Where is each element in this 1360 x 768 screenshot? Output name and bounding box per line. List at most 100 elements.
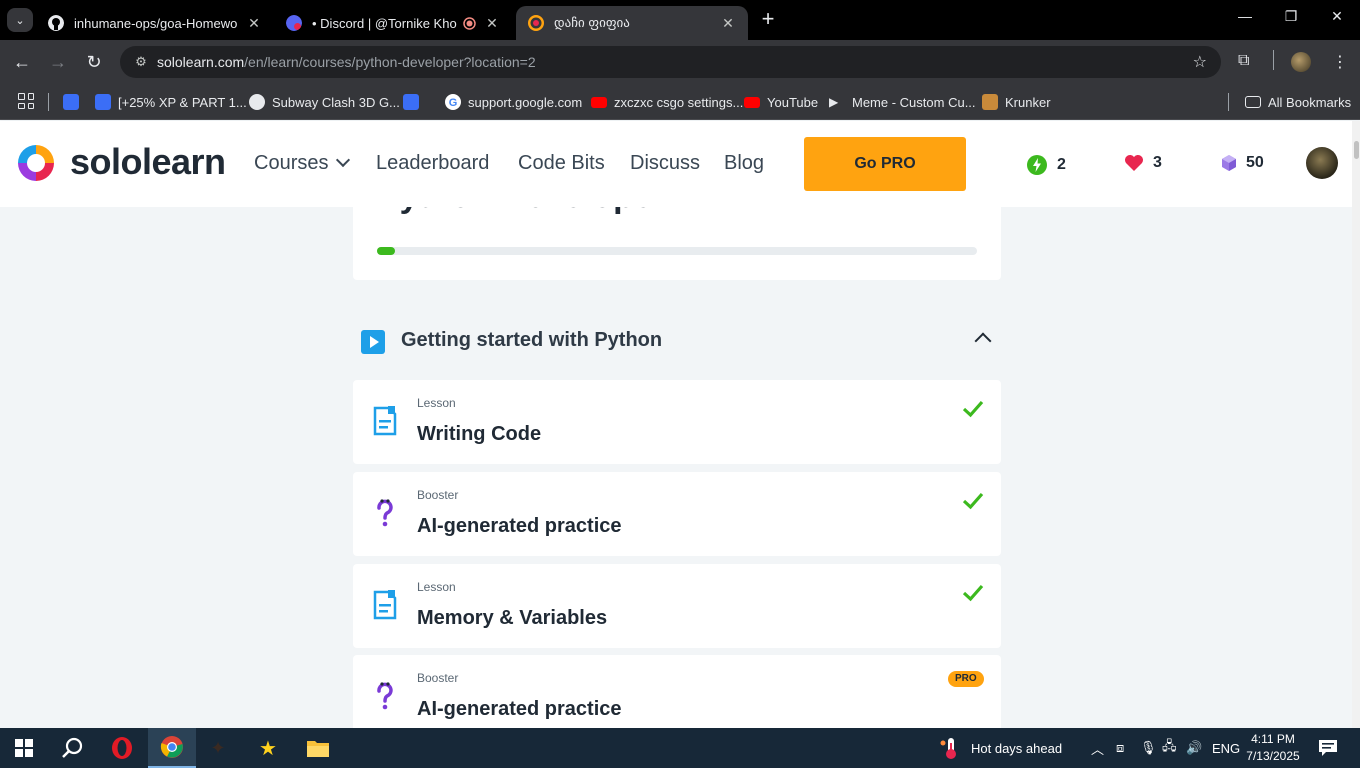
github-icon <box>48 15 64 31</box>
user-avatar[interactable] <box>1306 147 1338 179</box>
bookmark-item[interactable]: Krunker <box>982 92 1051 112</box>
brand-name[interactable]: sololearn <box>70 141 226 183</box>
nav-leaderboard[interactable]: Leaderboard <box>376 152 489 175</box>
file-explorer-app[interactable] <box>296 728 340 768</box>
search-icon <box>62 737 83 758</box>
tab-discord[interactable]: • Discord | @Tornike Khozre ✕ <box>274 6 512 40</box>
nav-discuss[interactable]: Discuss <box>630 152 700 175</box>
gems-counter[interactable]: 50 <box>1221 154 1264 172</box>
hearts-counter[interactable]: 3 <box>1124 154 1162 172</box>
module-header[interactable]: Getting started with Python <box>353 323 1001 363</box>
address-bar[interactable]: ⚙ sololearn.com/en/learn/courses/python-… <box>120 46 1221 78</box>
bookmark-item[interactable]: G support.google.com <box>445 92 582 112</box>
all-bookmarks-button[interactable]: All Bookmarks <box>1245 92 1351 112</box>
language-indicator[interactable]: ENG <box>1212 728 1240 768</box>
show-hidden-icons-button[interactable]: ︿ <box>1091 728 1104 768</box>
bookmark-label: All Bookmarks <box>1268 94 1352 110</box>
profile-avatar[interactable] <box>1291 52 1311 72</box>
lesson-item[interactable]: Lesson Writing Code <box>353 380 1001 464</box>
tab-sololearn[interactable]: დაჩი ფიფია ✕ <box>516 6 748 40</box>
youtube-icon <box>591 96 607 108</box>
new-tab-button[interactable]: + <box>757 8 779 32</box>
bookmark-item[interactable]: [+25% XP & PART 1... <box>95 92 247 112</box>
volume-icon[interactable]: 🔊 <box>1186 728 1202 768</box>
bookmark-item[interactable] <box>63 92 86 112</box>
tab-title: • Discord | @Tornike Khozre <box>312 15 457 31</box>
search-button[interactable] <box>48 728 96 768</box>
taskbar-app[interactable]: ✦ <box>198 728 238 768</box>
nav-code-bits[interactable]: Code Bits <box>518 152 605 175</box>
forward-button[interactable]: → <box>46 50 70 74</box>
course-header-card: Python Developer <box>353 207 1001 280</box>
thermometer-icon <box>940 738 956 759</box>
svg-text:G: G <box>449 97 458 109</box>
weather-text: Hot days ahead <box>971 740 1063 756</box>
chevron-up-icon[interactable] <box>974 332 992 350</box>
notifications-icon[interactable] <box>1318 728 1338 768</box>
lesson-item[interactable]: Booster AI-generated practice <box>353 472 1001 556</box>
extensions-icon[interactable]: ⧉ <box>1238 52 1249 70</box>
bookmark-item[interactable]: ▶ Meme - Custom Cu... <box>829 92 976 112</box>
lesson-type: Lesson <box>417 580 456 594</box>
close-window-button[interactable]: ✕ <box>1314 8 1360 32</box>
tab-github[interactable]: inhumane-ops/goa-Homework ✕ <box>36 6 274 40</box>
go-pro-button[interactable]: Go PRO <box>804 137 966 191</box>
menu-icon[interactable]: ⋮ <box>1332 52 1348 72</box>
microphone-icon[interactable]: 🎙 <box>1140 728 1157 768</box>
back-button[interactable]: ← <box>10 50 34 74</box>
check-icon <box>962 492 984 510</box>
tab-search-button[interactable]: ⌄ <box>7 8 33 32</box>
lightning-icon <box>1027 155 1047 175</box>
apps-icon[interactable] <box>18 93 34 109</box>
start-button[interactable] <box>0 728 48 768</box>
sololearn-logo-icon[interactable] <box>15 142 57 184</box>
close-tab-icon[interactable]: ✕ <box>246 15 262 32</box>
bookmark-item[interactable]: Subway Clash 3D G... <box>249 92 400 112</box>
document-icon <box>373 406 397 436</box>
google-icon: G <box>445 94 461 110</box>
opera-icon <box>112 737 132 759</box>
network-icon[interactable]: 🖧 <box>1162 728 1177 768</box>
system-clock[interactable]: 4:11 PM 7/13/2025 <box>1240 731 1306 765</box>
weather-widget[interactable]: Hot days ahead <box>940 728 1062 768</box>
youtube-icon <box>744 96 760 108</box>
site-info-icon[interactable]: ⚙ <box>130 54 152 70</box>
lesson-name: Writing Code <box>417 423 542 445</box>
bookmark-star-icon[interactable]: ☆ <box>1193 52 1207 72</box>
lesson-type: Booster <box>417 488 459 502</box>
chrome-app[interactable] <box>148 728 196 768</box>
close-tab-icon[interactable]: ✕ <box>720 15 736 32</box>
bookmark-label: Krunker <box>1005 94 1051 110</box>
bookmark-label: YouTube <box>767 94 819 110</box>
meet-now-icon[interactable]: ⧈ <box>1116 728 1124 768</box>
bookmark-label: zxczxc csgo settings... <box>614 94 744 110</box>
bookmark-item[interactable]: zxczxc csgo settings... <box>591 92 743 112</box>
lesson-item[interactable]: Booster AI-generated practice PRO <box>353 655 1001 728</box>
clock-time: 4:11 PM <box>1251 732 1295 746</box>
streak-counter[interactable]: 2 <box>1026 154 1066 176</box>
clock-date: 7/13/2025 <box>1246 749 1300 763</box>
scrollbar-thumb[interactable] <box>1354 141 1359 159</box>
page-scrollbar[interactable] <box>1352 121 1360 728</box>
close-tab-icon[interactable]: ✕ <box>484 15 500 32</box>
lesson-item[interactable]: Lesson Memory & Variables <box>353 564 1001 648</box>
bookmark-divider <box>1228 93 1229 111</box>
minimize-button[interactable]: — <box>1222 8 1268 32</box>
star-icon: ★ <box>259 737 277 760</box>
bookmark-label: Subway Clash 3D G... <box>272 94 400 110</box>
bookmark-item[interactable]: YouTube <box>744 92 818 112</box>
hearts-count: 3 <box>1153 154 1162 171</box>
bookmark-item[interactable] <box>403 92 426 112</box>
chrome-icon <box>160 736 183 758</box>
sololearn-icon <box>528 15 544 31</box>
nav-blog[interactable]: Blog <box>724 152 764 175</box>
folder-icon <box>307 741 329 757</box>
reload-button[interactable]: ↻ <box>82 50 106 74</box>
restore-button[interactable]: ❐ <box>1268 8 1314 32</box>
nav-courses[interactable]: Courses <box>254 152 351 175</box>
recording-icon <box>463 16 476 30</box>
discord-icon <box>286 15 302 31</box>
windows-taskbar: ✦ ★ Hot days ahead ︿ ⧈ 🎙 🖧 🔊 ENG 4:11 PM… <box>0 728 1360 768</box>
favorites-app[interactable]: ★ <box>246 728 290 768</box>
opera-app[interactable] <box>98 728 146 768</box>
